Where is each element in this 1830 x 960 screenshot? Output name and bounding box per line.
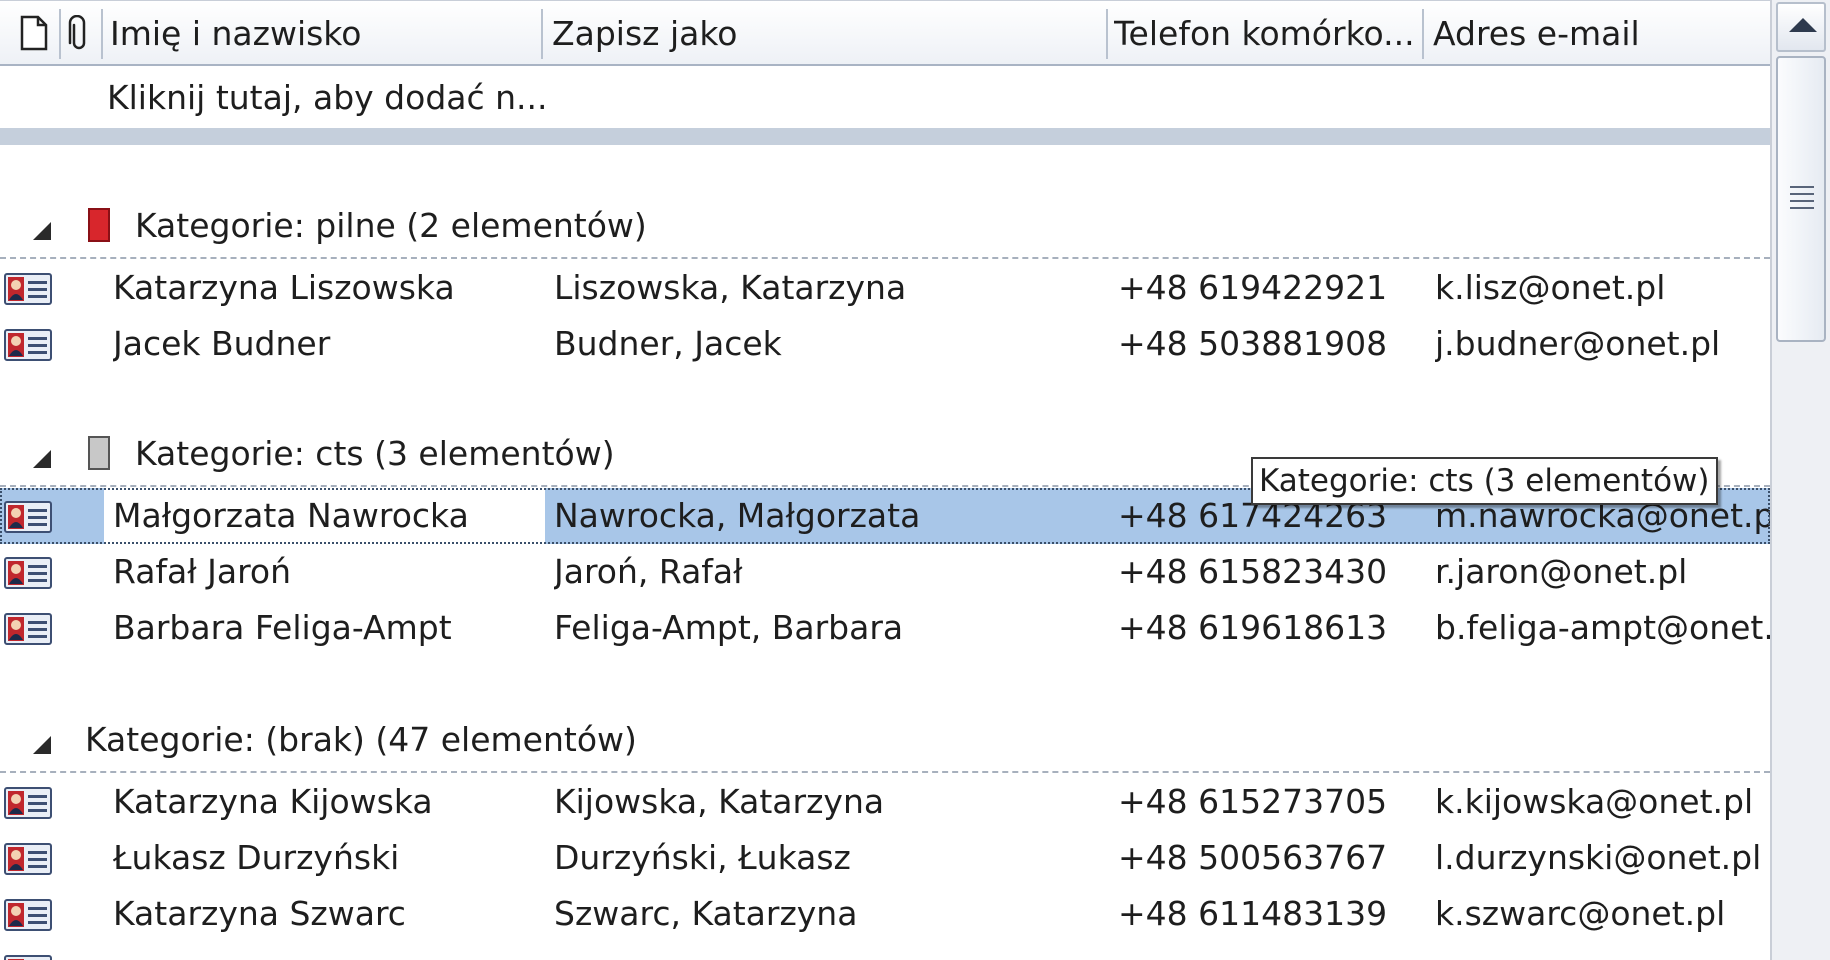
- table-row[interactable]: Katarzyna Szwarc Szwarc, Katarzyna +48 6…: [0, 886, 1770, 942]
- new-item-row[interactable]: Kliknij tutaj, aby dodać n...: [0, 66, 1770, 130]
- group-header-brak[interactable]: Kategorie: (brak) (47 elementów): [0, 714, 1770, 774]
- scroll-up-arrow-icon: [1789, 18, 1817, 32]
- cell-mobile: +48 611483139: [1118, 894, 1388, 933]
- cell-name: Katarzyna Kijowska: [113, 782, 433, 821]
- cell-name[interactable]: Małgorzata Nawrocka: [104, 488, 545, 544]
- cell-file-as: Jaroń, Rafał: [554, 552, 743, 591]
- group-label: Kategorie: cts (3 elementów): [135, 434, 615, 473]
- table-row[interactable]: Katarzyna Kijowska Kijowska, Katarzyna +…: [0, 774, 1770, 830]
- contact-list-view: Imię i nazwisko Zapisz jako Telefon komó…: [0, 0, 1770, 960]
- cell-file-as: Kijowska, Katarzyna: [554, 782, 885, 821]
- table-row[interactable]: Łukasz Durzyński Durzyński, Łukasz +48 5…: [0, 830, 1770, 886]
- cell-mobile: +48 619618613: [1118, 608, 1388, 647]
- cell-name: Łukasz Durzyński: [113, 838, 400, 877]
- collapse-triangle-icon[interactable]: [33, 222, 51, 240]
- cell-mobile: +48 615823430: [1118, 552, 1388, 591]
- cell-mobile: +48 615273705: [1118, 782, 1388, 821]
- category-color-swatch: [88, 208, 110, 242]
- cell-name: Rafał Jaroń: [113, 552, 292, 591]
- cell-email: r.jaron@onet.pl: [1435, 552, 1688, 591]
- contact-card-icon: [4, 329, 52, 365]
- column-header: Imię i nazwisko Zapisz jako Telefon komó…: [0, 0, 1770, 66]
- cell-email: b.feliga-ampt@onet.: [1435, 608, 1770, 647]
- table-row[interactable]: Barbara Feliga-Ampt Feliga-Ampt, Barbara…: [0, 600, 1770, 656]
- cell-mobile: +48 500563767: [1118, 838, 1388, 877]
- collapse-triangle-icon[interactable]: [33, 450, 51, 468]
- category-color-swatch: [88, 436, 110, 470]
- column-file-as[interactable]: Zapisz jako: [552, 1, 1092, 65]
- group-tooltip: Kategorie: cts (3 elementów): [1251, 457, 1718, 505]
- column-email[interactable]: Adres e-mail: [1433, 1, 1763, 65]
- cell-name: Barbara Feliga-Ampt: [113, 608, 452, 647]
- separator-bar: [0, 128, 1770, 145]
- cell-file-as: Nawrocka, Małgorzata: [554, 496, 921, 535]
- table-row[interactable]: Rafał Jaroń Jaroń, Rafał +48 615823430 r…: [0, 544, 1770, 600]
- cell-email: k.kijowska@onet.pl: [1435, 782, 1754, 821]
- table-row[interactable]: Katarzyna Liszowska Liszowska, Katarzyna…: [0, 260, 1770, 316]
- cell-name: Jacek Budner: [113, 324, 331, 363]
- table-row[interactable]: Jacek Budner Budner, Jacek +48 503881908…: [0, 316, 1770, 372]
- contact-card-icon: [4, 843, 52, 879]
- cell-mobile: +48 619422921: [1118, 268, 1388, 307]
- cell-email: l.durzynski@onet.pl: [1435, 838, 1762, 877]
- group-header-pilne[interactable]: Kategorie: pilne (2 elementów): [0, 200, 1770, 260]
- cell-file-as: Durzyński, Łukasz: [554, 838, 851, 877]
- contact-card-icon: [4, 955, 52, 960]
- column-name[interactable]: Imię i nazwisko: [110, 1, 530, 65]
- attachment-icon[interactable]: [66, 14, 92, 57]
- cell-file-as: Feliga-Ampt, Barbara: [554, 608, 904, 647]
- contact-card-icon: [4, 557, 52, 593]
- cell-email: k.szwarc@onet.pl: [1435, 894, 1726, 933]
- cell-mobile: +48 503881908: [1118, 324, 1388, 363]
- group-label: Kategorie: pilne (2 elementów): [135, 206, 647, 245]
- contact-card-icon: [4, 501, 52, 537]
- cell-file-as: Liszowska, Katarzyna: [554, 268, 907, 307]
- vertical-scrollbar[interactable]: [1770, 0, 1830, 960]
- contact-card-icon: [4, 613, 52, 649]
- new-item-placeholder[interactable]: Kliknij tutaj, aby dodać n...: [107, 66, 548, 130]
- scroll-thumb[interactable]: [1776, 56, 1826, 342]
- cell-email: j.budner@onet.pl: [1435, 324, 1721, 363]
- scroll-up-button[interactable]: [1776, 2, 1826, 52]
- column-mobile-phone[interactable]: Telefon komórko...: [1114, 1, 1416, 65]
- cell-name: Katarzyna Liszowska: [113, 268, 455, 307]
- cell-file-as: Budner, Jacek: [554, 324, 782, 363]
- cell-name: Katarzyna Szwarc: [113, 894, 406, 933]
- scroll-grip-icon: [1790, 186, 1814, 214]
- item-type-icon[interactable]: [20, 15, 48, 55]
- cell-email: k.lisz@onet.pl: [1435, 268, 1666, 307]
- table-row-partial[interactable]: [0, 942, 1770, 960]
- cell-file-as: Szwarc, Katarzyna: [554, 894, 858, 933]
- contact-card-icon: [4, 899, 52, 935]
- group-label: Kategorie: (brak) (47 elementów): [85, 720, 637, 759]
- contact-card-icon: [4, 273, 52, 309]
- collapse-triangle-icon[interactable]: [33, 736, 51, 754]
- contact-card-icon: [4, 787, 52, 823]
